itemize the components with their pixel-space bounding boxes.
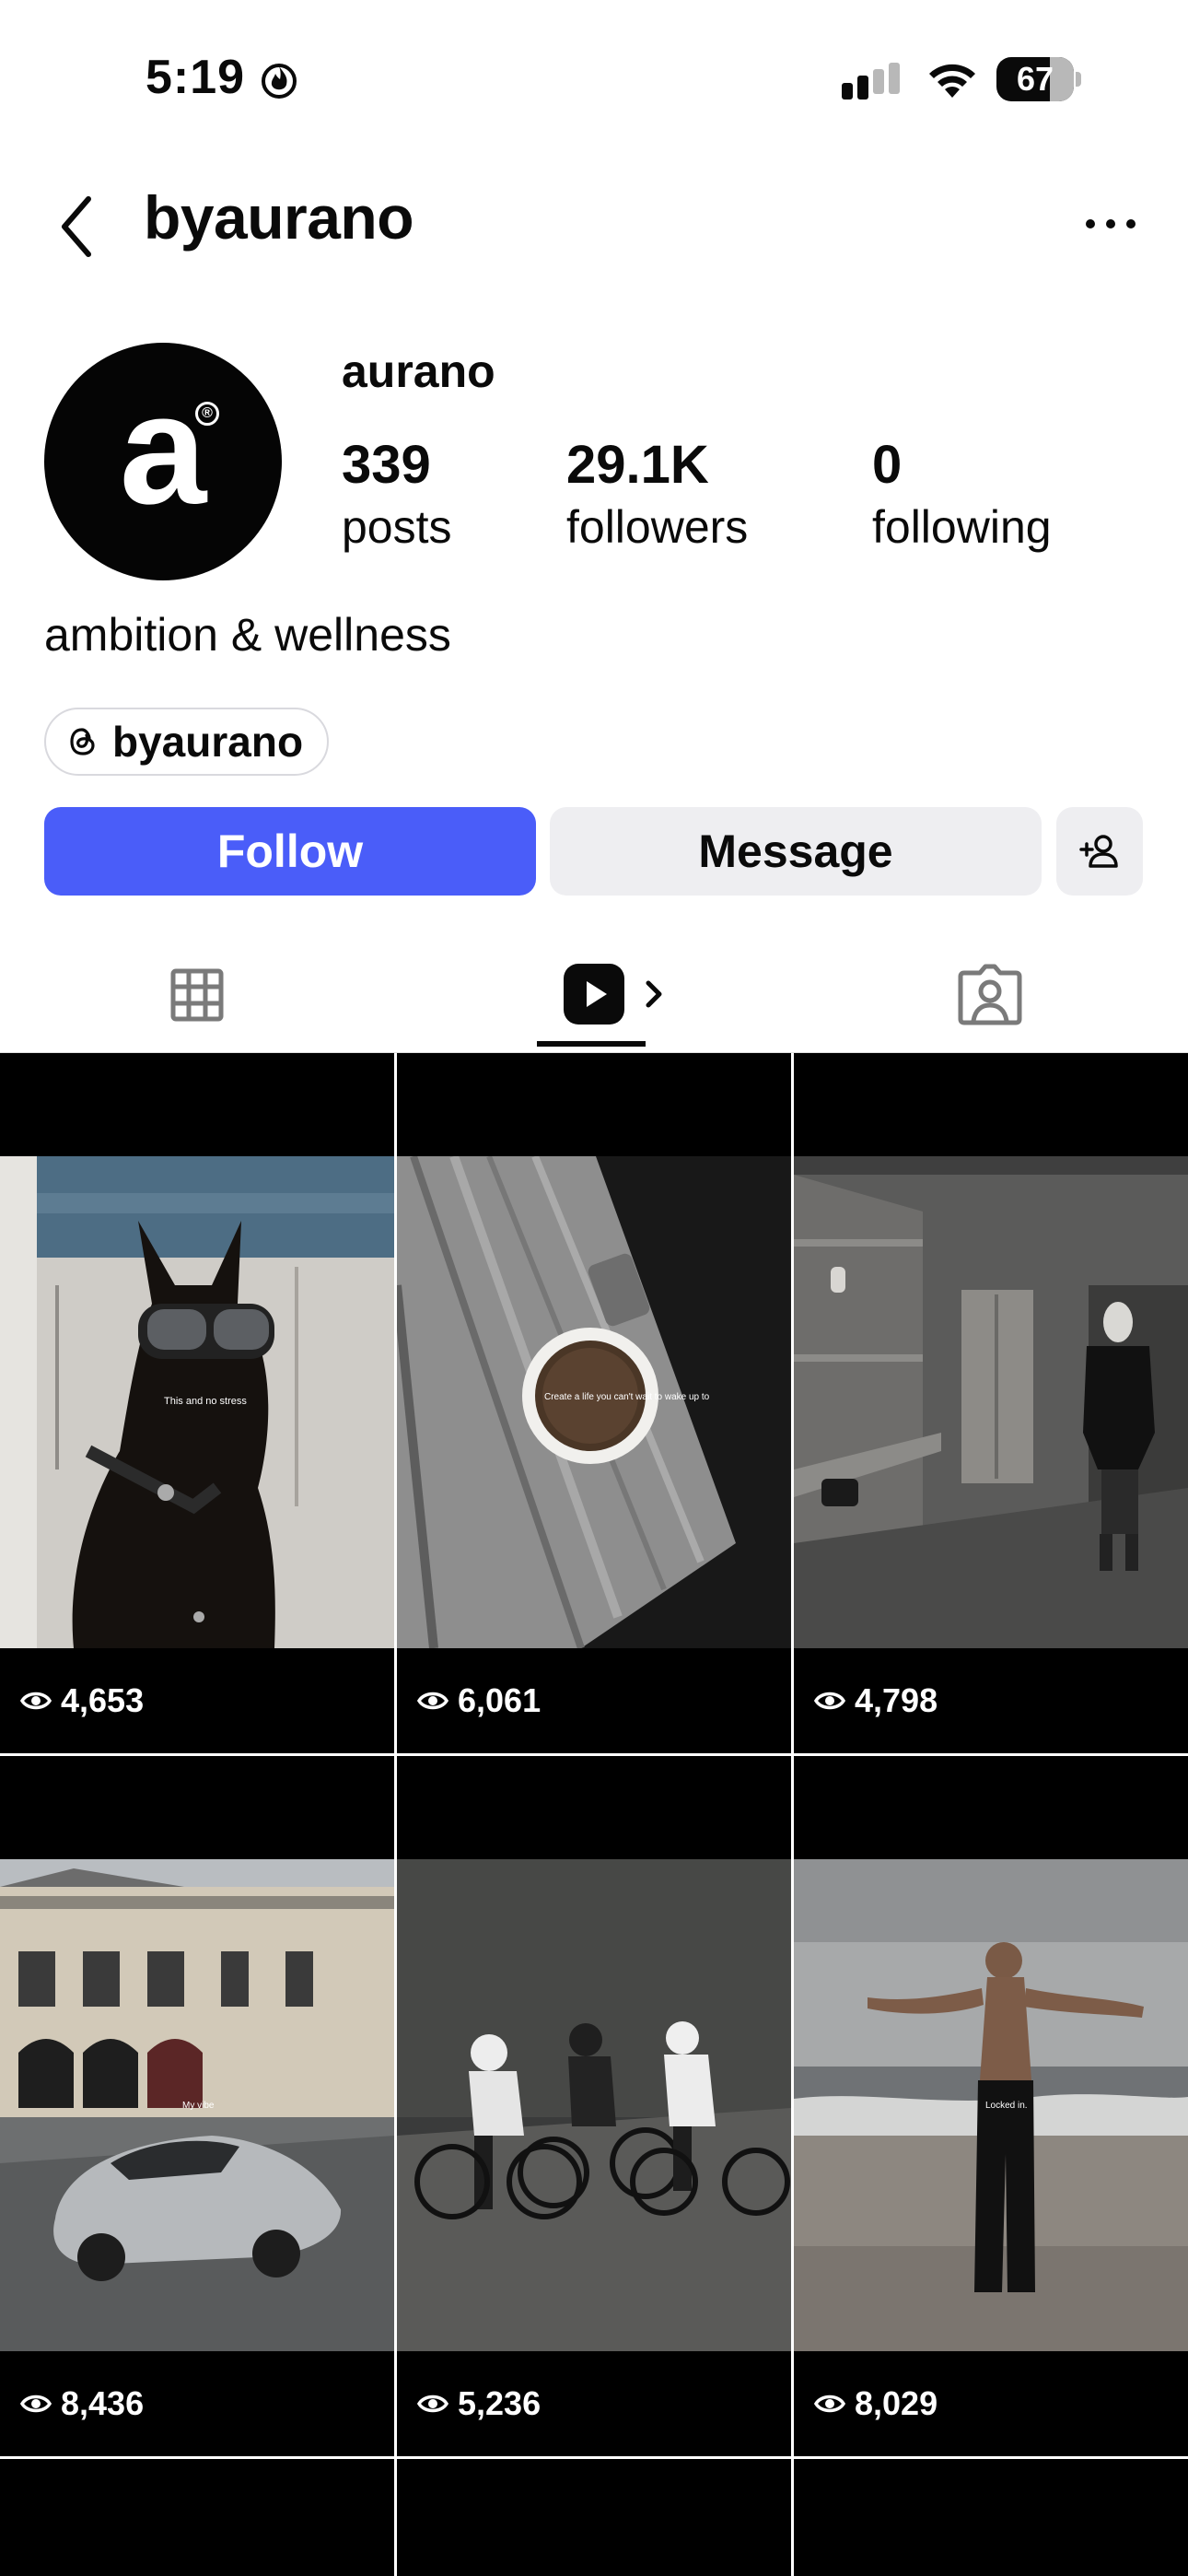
reel-views-number: 5,236 xyxy=(458,2384,542,2422)
threads-icon xyxy=(70,728,95,755)
follow-button[interactable]: Follow xyxy=(44,807,536,896)
flame-icon xyxy=(262,64,297,99)
reel-view-count: 8,436 xyxy=(20,2384,144,2423)
tab-reels[interactable] xyxy=(556,949,676,1050)
reel-views-number: 6,061 xyxy=(458,1681,542,1719)
reel-tile[interactable]: My vibe 8,436 xyxy=(0,1756,394,2456)
tab-tagged[interactable] xyxy=(949,949,1031,1050)
suggested-users-button[interactable] xyxy=(1056,807,1143,896)
reel-thumbnail: Create a life you can't wait to wake up … xyxy=(397,1156,791,1648)
cellular-signal-icon xyxy=(842,63,900,100)
reel-tile[interactable]: 5,236 xyxy=(397,1756,791,2456)
wifi-icon xyxy=(929,64,975,98)
threads-link-chip[interactable]: byaurano xyxy=(44,708,330,776)
reel-view-count: 5,236 xyxy=(417,2384,541,2423)
battery-indicator: 67 xyxy=(996,57,1083,101)
eye-icon xyxy=(814,1692,845,1710)
eye-icon xyxy=(20,2395,52,2413)
grid-icon xyxy=(170,968,224,1022)
reel-views-number: 8,436 xyxy=(61,2384,145,2422)
display-name: aurano xyxy=(342,345,495,397)
active-tab-indicator xyxy=(537,1041,646,1047)
reel-views-number: 4,653 xyxy=(61,1681,145,1719)
header-username: byaurano xyxy=(144,183,414,252)
status-time: 5:19 xyxy=(146,51,246,104)
stat-posts[interactable]: 339 posts xyxy=(342,433,452,556)
back-chevron-icon[interactable] xyxy=(50,190,105,263)
reel-view-count: 8,029 xyxy=(814,2384,938,2423)
eye-icon xyxy=(814,2395,845,2413)
reel-view-count: 4,798 xyxy=(814,1681,938,1720)
stat-following-count: 0 xyxy=(872,435,903,495)
tab-posts-grid[interactable] xyxy=(160,949,234,1050)
stat-following-label: following xyxy=(872,501,1052,553)
eye-icon xyxy=(20,1692,52,1710)
reel-tile[interactable] xyxy=(794,2459,1188,2576)
reel-views-number: 8,029 xyxy=(855,2384,938,2422)
reel-views-number: 4,798 xyxy=(855,1681,938,1719)
status-bar: 5:19 67 xyxy=(0,0,1188,157)
reel-thumbnail: This and no stress xyxy=(0,1156,394,1648)
reel-thumbnail xyxy=(794,1156,1188,1648)
stat-posts-label: posts xyxy=(342,501,452,553)
reel-tile[interactable]: Create a life you can't wait to wake up … xyxy=(397,1053,791,1753)
reel-thumbnail-store-image xyxy=(794,1156,1188,1648)
stat-followers-count: 29.1K xyxy=(566,435,709,495)
profile-bio: ambition & wellness xyxy=(44,609,451,661)
more-options-icon[interactable] xyxy=(1083,210,1138,238)
reel-tile[interactable]: Locked in. 8,029 xyxy=(794,1756,1188,2456)
reel-tile[interactable]: 4,798 xyxy=(794,1053,1188,1753)
reel-tile[interactable] xyxy=(397,2459,791,2576)
battery-level: 67 xyxy=(1016,60,1054,98)
reel-caption-overlay: This and no stress xyxy=(164,1396,247,1407)
stat-posts-count: 339 xyxy=(342,435,431,495)
reel-caption-overlay: My vibe xyxy=(182,2101,215,2111)
message-button[interactable]: Message xyxy=(550,807,1042,896)
eye-icon xyxy=(417,1692,448,1710)
profile-avatar[interactable]: a xyxy=(44,343,282,580)
stat-followers-label: followers xyxy=(566,501,749,553)
reel-thumbnail-suitcase-image xyxy=(397,1156,791,1648)
reel-thumbnail xyxy=(397,1859,791,2351)
reels-icon xyxy=(564,964,662,1025)
reel-view-count: 4,653 xyxy=(20,1681,144,1720)
reel-tile[interactable]: This and no stress 4,653 xyxy=(0,1053,394,1753)
reel-caption-overlay: Create a life you can't wait to wake up … xyxy=(544,1392,710,1402)
stat-following[interactable]: 0 following xyxy=(872,433,1052,556)
avatar-logo-letter: a xyxy=(119,362,207,537)
avatar-registered-mark: ® xyxy=(195,402,219,426)
reel-thumbnail: My vibe xyxy=(0,1859,394,2351)
eye-icon xyxy=(417,2395,448,2413)
reel-view-count: 6,061 xyxy=(417,1681,541,1720)
threads-handle: byaurano xyxy=(112,718,304,766)
tagged-person-icon xyxy=(958,964,1022,1025)
add-user-icon xyxy=(1079,835,1118,868)
reel-thumbnail-cyclists-image xyxy=(397,1859,791,2351)
reel-thumbnail: Locked in. xyxy=(794,1859,1188,2351)
reels-grid: This and no stress 4,653 Create a life y… xyxy=(0,1053,1188,2576)
reel-caption-overlay: Locked in. xyxy=(985,2101,1028,2111)
stat-followers[interactable]: 29.1K followers xyxy=(566,433,748,556)
reel-tile[interactable] xyxy=(0,2459,394,2576)
